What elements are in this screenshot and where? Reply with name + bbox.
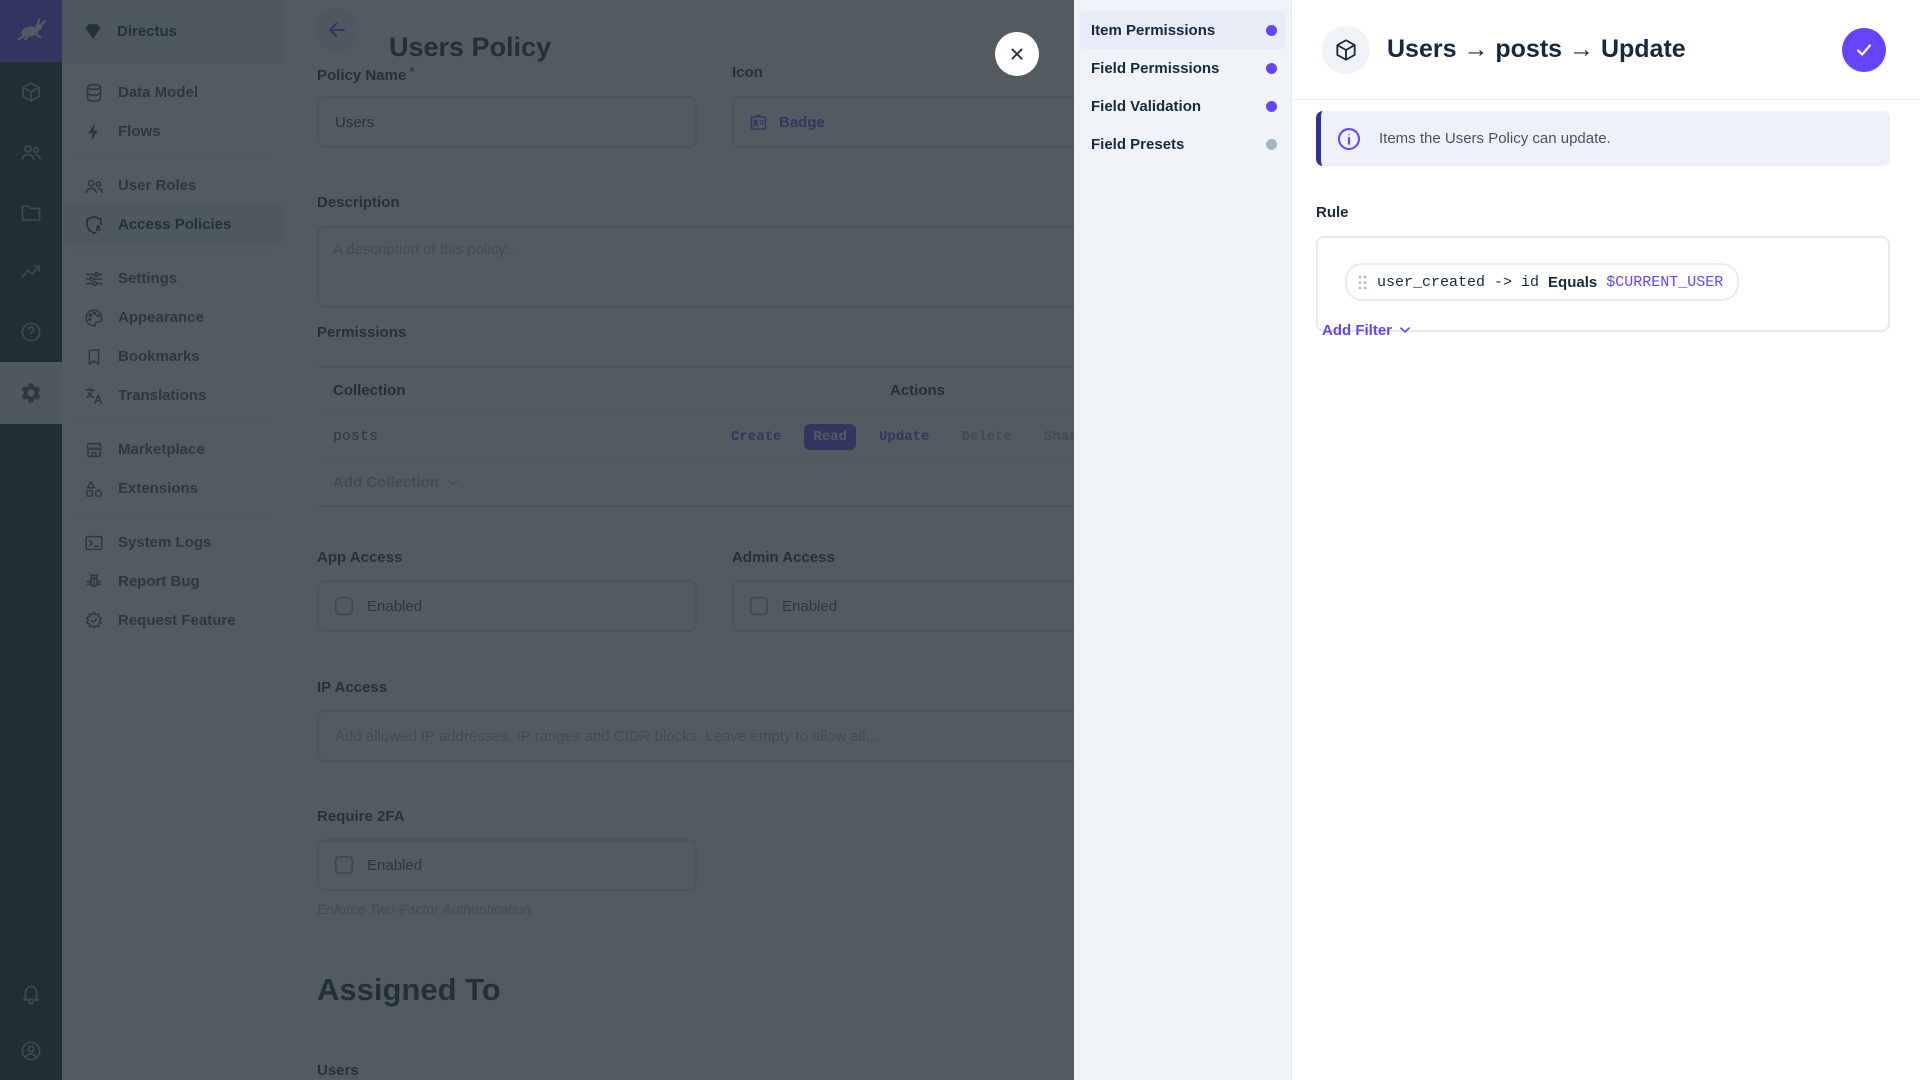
tab-item-permissions[interactable]: Item Permissions (1079, 11, 1286, 49)
filter-value[interactable]: $CURRENT_USER (1606, 274, 1723, 291)
check-icon (1853, 39, 1875, 61)
filter-rule-pill[interactable]: user_created -> id Equals $CURRENT_USER (1345, 263, 1739, 301)
tab-field-validation[interactable]: Field Validation (1079, 87, 1286, 125)
notice-text: Items the Users Policy can update. (1379, 130, 1611, 147)
status-dot (1266, 139, 1277, 150)
app-root: Directus Data Model Flows (0, 0, 1920, 1080)
drawer-overlay[interactable] (0, 0, 1074, 1080)
drawer-content: Users → posts → Update Items the Users P… (1292, 0, 1920, 1080)
chevron-down-icon (1396, 321, 1414, 339)
info-notice: Items the Users Policy can update. (1316, 111, 1890, 166)
rule-box: user_created -> id Equals $CURRENT_USER (1316, 236, 1890, 332)
drawer-title: Users → posts → Update (1387, 35, 1686, 64)
filter-operator[interactable]: Equals (1548, 274, 1597, 291)
close-icon (1006, 43, 1028, 65)
status-dot (1266, 101, 1277, 112)
tab-field-permissions[interactable]: Field Permissions (1079, 49, 1286, 87)
info-icon (1336, 126, 1362, 152)
status-dot (1266, 63, 1277, 74)
box-icon (1322, 26, 1370, 74)
tab-field-presets[interactable]: Field Presets (1079, 125, 1286, 163)
permissions-drawer: Item Permissions Field Permissions Field… (1074, 0, 1920, 1080)
filter-field-path[interactable]: user_created -> id (1377, 274, 1539, 291)
rule-label: Rule (1316, 204, 1349, 221)
add-filter-button[interactable]: Add Filter (1316, 320, 1420, 340)
close-drawer-button[interactable] (995, 32, 1039, 76)
drawer-tab-sidebar: Item Permissions Field Permissions Field… (1074, 0, 1292, 1080)
drag-handle-icon[interactable] (1357, 274, 1368, 291)
status-dot (1266, 25, 1277, 36)
save-button[interactable] (1842, 28, 1886, 72)
drawer-header: Users → posts → Update (1292, 0, 1920, 100)
